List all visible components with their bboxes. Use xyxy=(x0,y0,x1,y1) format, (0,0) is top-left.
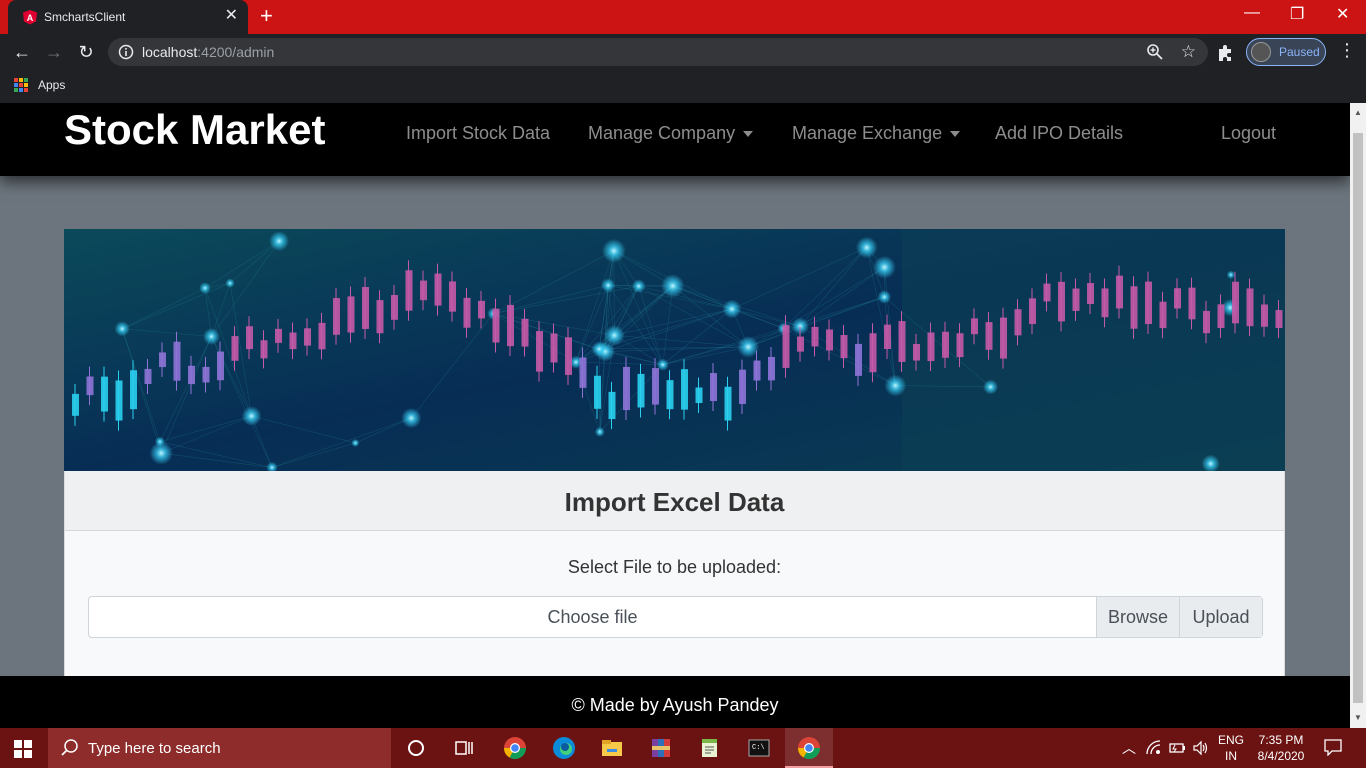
windows-start-icon[interactable] xyxy=(14,740,32,758)
site-navbar: Stock Market Import Stock Data Manage Co… xyxy=(0,103,1350,176)
notification-center-icon[interactable] xyxy=(1324,738,1342,756)
search-icon xyxy=(61,739,78,756)
brand-title[interactable]: Stock Market xyxy=(64,106,325,154)
cortana-icon[interactable] xyxy=(404,736,428,760)
back-icon[interactable]: ← xyxy=(10,40,34,64)
search-placeholder: Type here to search xyxy=(88,740,221,757)
stock-banner-image xyxy=(64,229,1285,471)
command-prompt-icon[interactable]: C:\ xyxy=(747,736,771,760)
apps-grid-icon[interactable] xyxy=(14,78,28,92)
restore-icon[interactable]: ❐ xyxy=(1290,4,1304,24)
battery-icon[interactable] xyxy=(1168,740,1186,756)
upload-button[interactable]: Upload xyxy=(1179,597,1262,637)
svg-text:C:\: C:\ xyxy=(752,744,765,752)
url-text: localhost:4200/admin xyxy=(142,44,275,60)
apps-bookmark[interactable]: Apps xyxy=(38,78,65,92)
active-chrome-taskbar-item[interactable] xyxy=(785,728,833,768)
nav-add-ipo-details[interactable]: Add IPO Details xyxy=(995,123,1123,144)
scrollbar-thumb[interactable] xyxy=(1353,133,1363,703)
chevron-down-icon xyxy=(950,131,961,138)
file-input-group: Choose file Browse Upload xyxy=(88,596,1263,638)
winrar-icon[interactable] xyxy=(649,736,673,760)
avatar xyxy=(1251,42,1271,62)
chrome-icon xyxy=(798,737,820,759)
choose-file-input[interactable]: Choose file xyxy=(89,597,1096,637)
chrome-icon[interactable] xyxy=(503,736,527,760)
select-file-label: Select File to be uploaded: xyxy=(567,557,782,577)
file-explorer-icon[interactable] xyxy=(600,736,624,760)
volume-icon[interactable] xyxy=(1192,740,1210,756)
network-icon[interactable] xyxy=(1146,740,1162,756)
tab-close-icon[interactable]: ✕ xyxy=(225,8,238,24)
window-close-icon[interactable]: ✕ xyxy=(1336,4,1349,24)
edge-icon[interactable] xyxy=(552,736,576,760)
profile-status: Paused xyxy=(1279,45,1320,59)
reload-icon[interactable]: ↻ xyxy=(74,40,98,64)
bookmark-star-icon[interactable]: ☆ xyxy=(1181,42,1196,62)
page-viewport: Stock Market Import Stock Data Manage Co… xyxy=(0,103,1366,728)
task-view-icon[interactable] xyxy=(452,736,476,760)
tab-title: SmchartsClient xyxy=(44,10,126,24)
bookmarks-bar: Apps xyxy=(0,70,1366,103)
card-title: Import Excel Data xyxy=(564,487,785,517)
browse-button[interactable]: Browse xyxy=(1096,597,1179,637)
nav-manage-exchange[interactable]: Manage Exchange xyxy=(792,123,961,144)
svg-text:A: A xyxy=(27,13,34,23)
nav-manage-company[interactable]: Manage Company xyxy=(588,123,754,144)
chevron-down-icon xyxy=(743,131,754,138)
page-scrollbar[interactable]: ▲ ▼ xyxy=(1350,103,1366,728)
forward-icon[interactable]: → xyxy=(42,40,66,64)
language-indicator[interactable]: ENG IN xyxy=(1218,732,1244,764)
nav-logout[interactable]: Logout xyxy=(1221,123,1276,144)
taskbar-clock[interactable]: 7:35 PM 8/4/2020 xyxy=(1256,732,1306,764)
candlestick-banner-graphic xyxy=(64,229,1285,471)
new-tab-icon[interactable]: + xyxy=(260,4,273,28)
info-icon[interactable] xyxy=(118,44,134,60)
extensions-puzzle-icon[interactable] xyxy=(1216,42,1236,62)
browser-tab[interactable]: A SmchartsClient ✕ xyxy=(8,0,248,34)
browser-tab-bar: A SmchartsClient ✕ + — ❐ ✕ xyxy=(0,0,1366,34)
scroll-up-icon[interactable]: ▲ xyxy=(1353,108,1363,118)
card-header: Import Excel Data xyxy=(65,471,1284,531)
notepad-icon[interactable] xyxy=(698,736,722,760)
minimize-icon[interactable]: — xyxy=(1244,4,1260,22)
windows-taskbar: Type here to search C:\ ︿ ENG IN 7:35 PM… xyxy=(0,728,1366,768)
tray-chevron-up-icon[interactable]: ︿ xyxy=(1122,738,1136,758)
browser-toolbar: ← → ↻ localhost:4200/admin ☆ Paused ⋮ xyxy=(0,34,1366,70)
browser-menu-icon[interactable]: ⋮ xyxy=(1338,40,1356,61)
profile-button[interactable]: Paused xyxy=(1246,38,1326,66)
scroll-down-icon[interactable]: ▼ xyxy=(1353,713,1363,723)
site-footer: © Made by Ayush Pandey xyxy=(0,676,1350,728)
nav-import-stock-data[interactable]: Import Stock Data xyxy=(406,123,550,144)
angular-favicon-icon: A xyxy=(23,10,37,25)
import-card: Import Excel Data Select File to be uplo… xyxy=(64,471,1285,679)
address-bar[interactable]: localhost:4200/admin ☆ xyxy=(108,38,1208,66)
zoom-icon[interactable] xyxy=(1146,43,1164,61)
taskbar-search-box[interactable]: Type here to search xyxy=(48,728,391,768)
